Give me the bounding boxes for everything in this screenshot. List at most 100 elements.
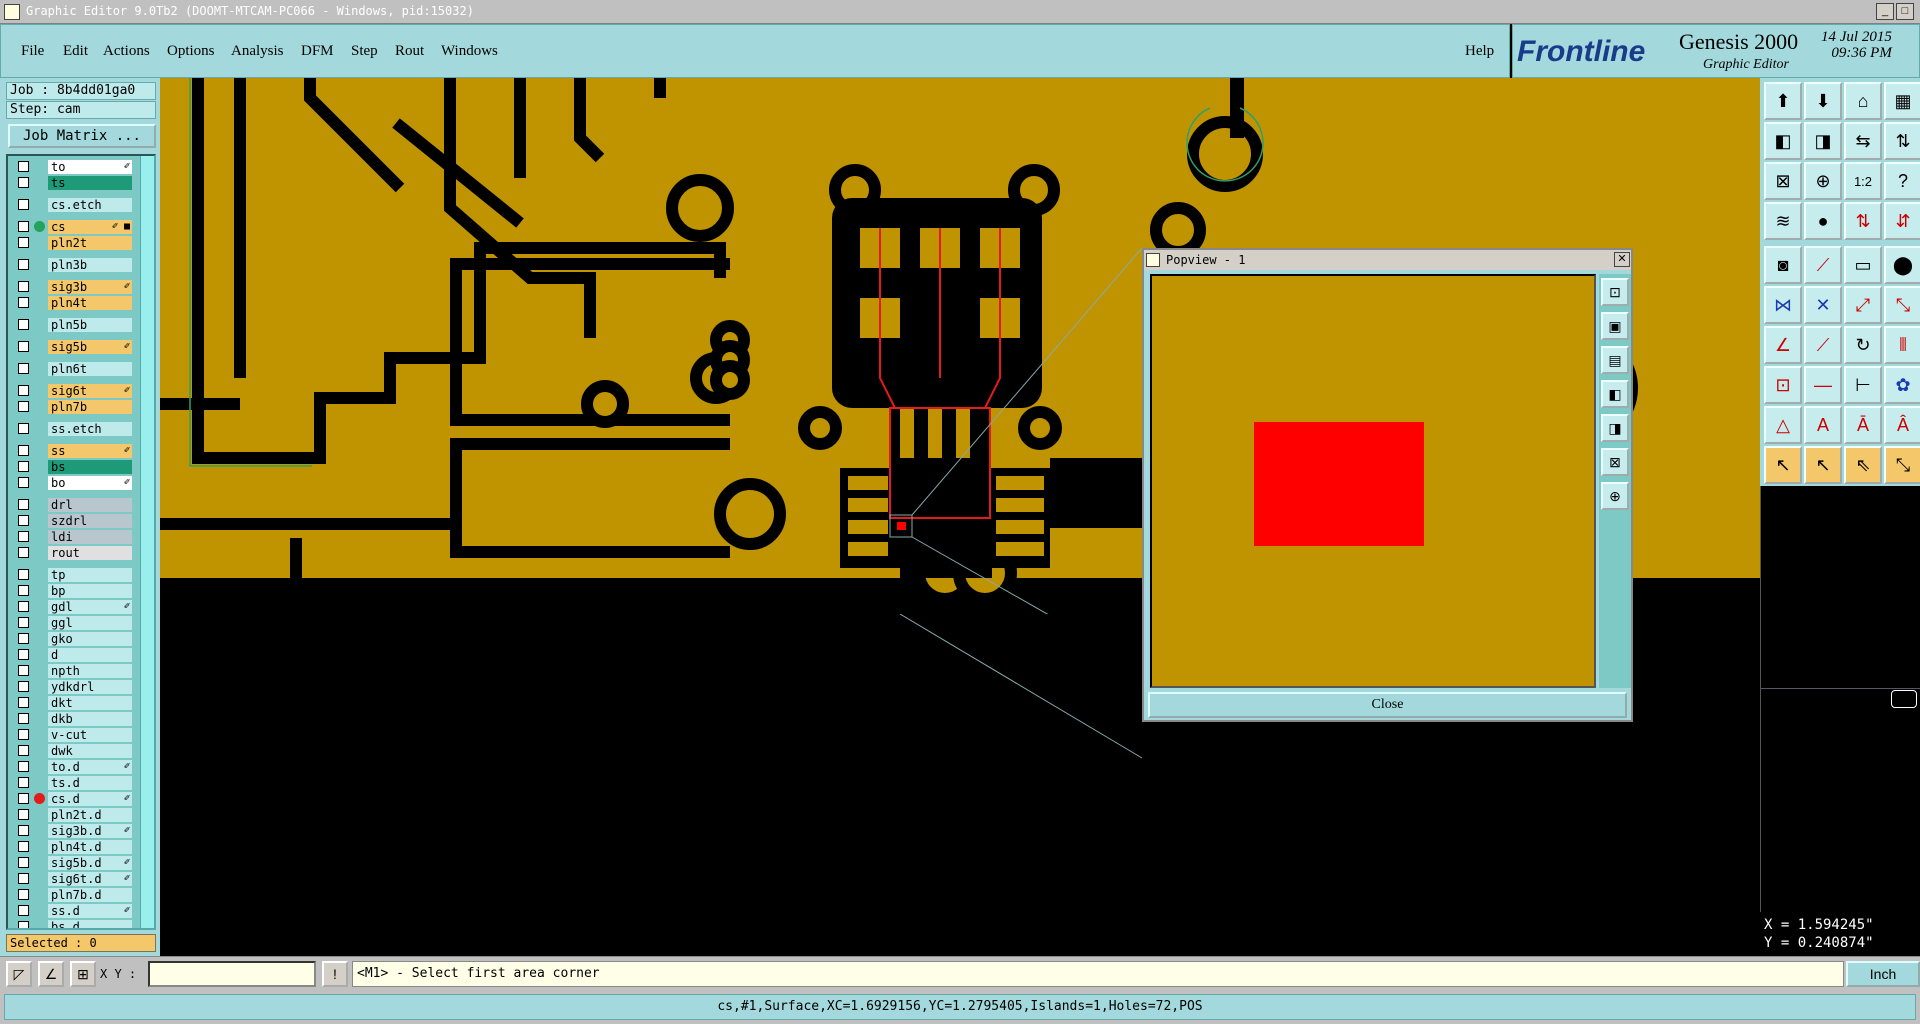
layer-row[interactable]: dkt (12, 696, 142, 710)
layer-name[interactable]: sig6t.d ✐ (48, 872, 132, 886)
layer-row[interactable]: ydkdrl (12, 680, 142, 694)
layer-checkbox[interactable] (18, 477, 29, 488)
window-icon[interactable]: ▦ (1884, 82, 1920, 120)
layer-checkbox[interactable] (18, 825, 29, 836)
job-matrix-button[interactable]: Job Matrix ... (8, 124, 156, 148)
triangle-icon[interactable]: △ (1764, 406, 1802, 444)
layer-checkbox[interactable] (18, 793, 29, 804)
flip-icon[interactable]: ⇅ (1884, 122, 1920, 160)
layer-row[interactable]: sig3b.d ✐ (12, 824, 142, 838)
layer-name[interactable]: drl (48, 498, 132, 512)
layer-name[interactable]: pln4t (48, 296, 132, 310)
layer-name[interactable]: ggl (48, 616, 132, 630)
layer-checkbox[interactable] (18, 809, 29, 820)
popview-pan-right-icon[interactable]: ◨ (1601, 414, 1629, 442)
layer-checkbox[interactable] (18, 745, 29, 756)
layer-row[interactable]: sig3b ✐ (12, 280, 142, 294)
menu-dfm[interactable]: DFM (301, 43, 334, 60)
layer-checkbox[interactable] (18, 461, 29, 472)
pointer-move-icon[interactable]: ⤡ (1884, 446, 1920, 484)
layer-row[interactable]: v-cut (12, 728, 142, 742)
layer-checkbox[interactable] (18, 515, 29, 526)
layer-row[interactable]: bs.d (12, 920, 142, 928)
layer-name[interactable]: dwk (48, 744, 132, 758)
layer-checkbox[interactable] (18, 341, 29, 352)
zoom-left-icon[interactable]: ◧ (1764, 122, 1802, 160)
layer-name[interactable]: sig3b ✐ (48, 280, 132, 294)
layer-checkbox[interactable] (18, 601, 29, 612)
layer-name[interactable]: tp (48, 568, 132, 582)
layer-checkbox[interactable] (18, 423, 29, 434)
layer-name[interactable]: pln4t.d (48, 840, 132, 854)
fit-icon[interactable]: ⊠ (1764, 162, 1802, 200)
units-selector[interactable]: Inch (1846, 961, 1920, 987)
popview-canvas[interactable] (1150, 274, 1596, 688)
pointer-icon[interactable]: ↖ (1764, 446, 1802, 484)
popview-pan-left-icon[interactable]: ◧ (1601, 380, 1629, 408)
layer-checkbox[interactable] (18, 259, 29, 270)
grid-mode-icon[interactable]: ⊞ (70, 961, 96, 987)
maximize-button[interactable]: □ (1896, 3, 1914, 20)
popview-zoom-out-icon[interactable]: ▤ (1601, 346, 1629, 374)
layer-checkbox[interactable] (18, 531, 29, 542)
layer-name[interactable]: to.d ✐ (48, 760, 132, 774)
layer-name[interactable]: ss ✐ (48, 444, 132, 458)
layer-checkbox[interactable] (18, 665, 29, 676)
open-icon[interactable]: ⬇ (1804, 82, 1842, 120)
layer-row[interactable]: sig6t.d ✐ (12, 872, 142, 886)
text-a-bar-icon[interactable]: Ā (1844, 406, 1882, 444)
layer-name[interactable]: bs.d (48, 920, 132, 928)
layer-checkbox[interactable] (18, 363, 29, 374)
layer-name[interactable]: rout (48, 546, 132, 560)
layer-row[interactable]: pln4t.d (12, 840, 142, 854)
nav-view-box[interactable] (1891, 690, 1917, 708)
layer-name[interactable]: cs ✐ ■ (48, 220, 132, 234)
layer-row[interactable]: pln3b (12, 258, 142, 272)
navigation-panel[interactable] (1760, 486, 1920, 912)
layer-checkbox[interactable] (18, 633, 29, 644)
layer-row[interactable]: to ✐ (12, 160, 142, 174)
pad-icon[interactable]: ⬤ (1884, 246, 1920, 284)
layer-name[interactable]: szdrl (48, 514, 132, 528)
menu-analysis[interactable]: Analysis (231, 43, 284, 60)
popview-fit-icon[interactable]: ⊠ (1601, 448, 1629, 476)
layer-row[interactable]: sig6t ✐ (12, 384, 142, 398)
layer-checkbox[interactable] (18, 401, 29, 412)
layer-name[interactable]: to ✐ (48, 160, 132, 174)
layer-checkbox[interactable] (18, 221, 29, 232)
layers-icon[interactable]: ≋ (1764, 202, 1802, 240)
layer-checkbox[interactable] (18, 161, 29, 172)
snap-mode-icon[interactable]: ◸ (6, 961, 32, 987)
layer-checkbox[interactable] (18, 177, 29, 188)
pointer-area-icon[interactable]: ⇖ (1844, 446, 1882, 484)
layer-checkbox[interactable] (18, 681, 29, 692)
layer-row[interactable]: d (12, 648, 142, 662)
layer-name[interactable]: gko (48, 632, 132, 646)
text-a-icon[interactable]: A (1804, 406, 1842, 444)
layer-row[interactable]: sig5b ✐ (12, 340, 142, 354)
layer-name[interactable]: ss.etch (48, 422, 132, 436)
layer-name[interactable]: sig6t ✐ (48, 384, 132, 398)
alert-icon[interactable]: ! (322, 961, 348, 987)
layer-row[interactable]: ts (12, 176, 142, 190)
layer-row[interactable]: ldi (12, 530, 142, 544)
arc-icon[interactable]: ↻ (1844, 326, 1882, 364)
layer-name[interactable]: dkt (48, 696, 132, 710)
xy-input[interactable] (148, 961, 316, 987)
layer-row[interactable]: gdl ✐ (12, 600, 142, 614)
layer-row[interactable]: ss.d ✐ (12, 904, 142, 918)
layer-row[interactable]: npth (12, 664, 142, 678)
layer-row[interactable]: to.d ✐ (12, 760, 142, 774)
layer-checkbox[interactable] (18, 889, 29, 900)
route-select-icon[interactable]: ⇵ (1884, 202, 1920, 240)
layer-checkbox[interactable] (18, 841, 29, 852)
layer-name[interactable]: cs.etch (48, 198, 132, 212)
menu-options[interactable]: Options (167, 43, 215, 60)
dimension-icon[interactable]: ⊢ (1844, 366, 1882, 404)
menu-rout[interactable]: Rout (395, 43, 424, 60)
layer-row[interactable]: cs ✐ ■ (12, 220, 142, 234)
layer-row[interactable]: pln5b (12, 318, 142, 332)
layer-row[interactable]: pln2t.d (12, 808, 142, 822)
layer-row[interactable]: dkb (12, 712, 142, 726)
cluster-icon[interactable]: ✿ (1884, 366, 1920, 404)
